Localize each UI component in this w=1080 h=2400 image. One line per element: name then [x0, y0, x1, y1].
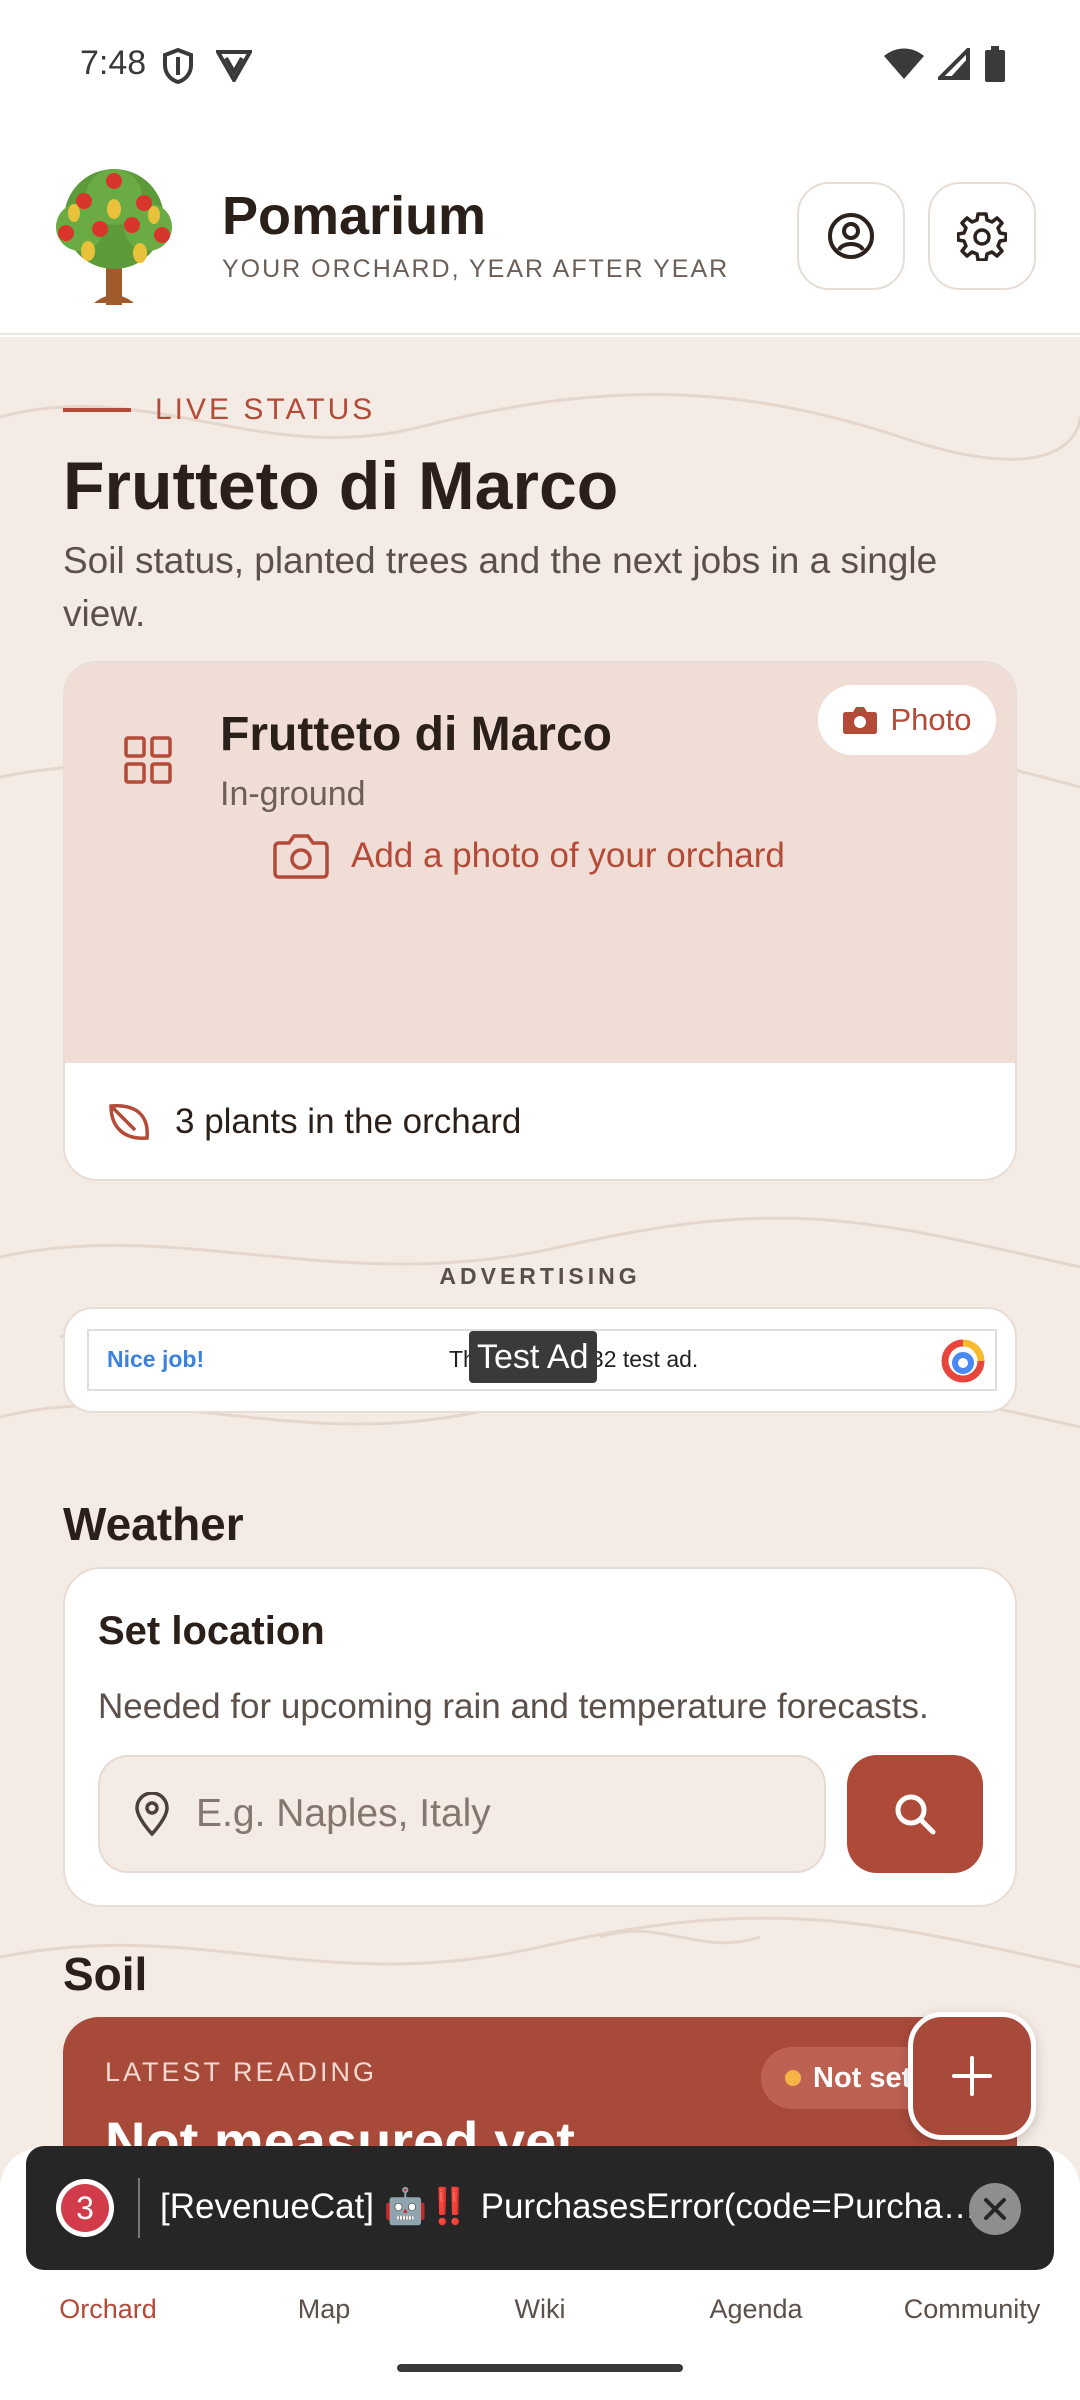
add-photo-label: Add a photo of your orchard [351, 836, 785, 875]
battery-icon [985, 46, 1005, 82]
status-bar: 7:48 [0, 0, 1080, 135]
shield-icon [163, 48, 193, 84]
nav-item-map[interactable]: Map [216, 2294, 432, 2325]
location-pin-icon [135, 1792, 169, 1836]
orchard-name: Frutteto di Marco [220, 708, 612, 761]
app-header: Pomarium YOUR ORCHARD, YEAR AFTER YEAR [0, 135, 1080, 335]
profile-button[interactable] [797, 182, 905, 290]
toast-message: [RevenueCat] 🤖‼️ PurchasesError(code=Pur… [160, 2187, 990, 2226]
photo-button[interactable]: Photo [818, 685, 996, 755]
search-icon [895, 1794, 936, 1835]
account-icon [828, 213, 874, 259]
weather-heading: Set location [98, 1609, 325, 1653]
ad-nice-job: Nice job! [107, 1346, 205, 1372]
page-title: Frutteto di Marco [63, 448, 619, 524]
soil-section-title: Soil [63, 1948, 148, 2000]
nav-item-community[interactable]: Community [864, 2294, 1080, 2325]
weather-section-title: Weather [63, 1498, 244, 1550]
live-status-eyebrow: LIVE STATUS [63, 393, 375, 427]
camera-icon [843, 707, 878, 734]
status-dot-icon [785, 2070, 801, 2086]
apple-tree-logo [56, 169, 172, 305]
weather-card: Set location Needed for upcoming rain an… [63, 1567, 1017, 1907]
plants-summary-row[interactable]: 3 plants in the orchard [65, 1063, 1015, 1179]
advertising-label: ADVERTISING [439, 1263, 641, 1289]
nav-items: Orchard Map Wiki Agenda Community [0, 2294, 1080, 2325]
error-toast[interactable]: 3 [RevenueCat] 🤖‼️ PurchasesError(code=P… [26, 2146, 1054, 2270]
nav-item-orchard[interactable]: Orchard [0, 2294, 216, 2325]
test-ad-badge: Test Ad [469, 1331, 597, 1383]
location-search-button[interactable] [847, 1755, 983, 1873]
orchard-photo-area[interactable]: Frutteto di Marco In-ground Photo Add a … [65, 663, 1015, 1063]
nav-item-wiki[interactable]: Wiki [432, 2294, 648, 2325]
app-title: Pomarium [222, 186, 487, 246]
close-icon [984, 2198, 1006, 2220]
orchard-type: In-ground [220, 775, 366, 813]
home-indicator[interactable] [397, 2364, 683, 2372]
camera-outline-icon [273, 834, 329, 879]
eyebrow-line [63, 408, 131, 412]
toast-close-button[interactable] [969, 2183, 1021, 2235]
toast-count: 3 [61, 2184, 109, 2232]
status-icons-right [884, 46, 1006, 82]
toast-divider [138, 2178, 140, 2238]
ad-banner[interactable]: Nice job! This is a 320x32 test ad. Test… [87, 1329, 997, 1391]
orchard-card[interactable]: Frutteto di Marco In-ground Photo Add a … [63, 661, 1017, 1181]
add-fab-button[interactable] [908, 2012, 1036, 2140]
ad-choices-icon[interactable] [939, 1339, 987, 1383]
soil-status-chip-label: Not set [813, 2061, 912, 2094]
vpn-shield-icon [216, 50, 252, 82]
status-time: 7:48 [80, 44, 147, 82]
page-description: Soil status, planted trees and the next … [63, 540, 938, 634]
wifi-icon [884, 48, 924, 79]
settings-button[interactable] [928, 182, 1036, 290]
soil-reading-label: LATEST READING [105, 2057, 378, 2087]
leaf-icon [109, 1104, 149, 1140]
photo-button-label: Photo [890, 702, 972, 737]
status-icons-left [162, 48, 252, 84]
location-search-field[interactable] [98, 1755, 826, 1873]
toast-count-badge: 3 [56, 2179, 114, 2237]
signal-icon [938, 48, 970, 80]
plants-summary-text: 3 plants in the orchard [175, 1102, 522, 1141]
add-photo-link[interactable]: Add a photo of your orchard [273, 833, 785, 879]
app-subtitle: YOUR ORCHARD, YEAR AFTER YEAR [222, 255, 730, 283]
eyebrow-text: LIVE STATUS [155, 393, 376, 426]
plus-icon [952, 2056, 992, 2096]
gear-icon [957, 212, 1007, 261]
grid-icon [124, 736, 172, 784]
weather-note: Needed for upcoming rain and temperature… [98, 1687, 929, 1726]
location-input[interactable] [196, 1792, 716, 1836]
nav-item-agenda[interactable]: Agenda [648, 2294, 864, 2325]
ad-banner-card[interactable]: Nice job! This is a 320x32 test ad. Test… [63, 1307, 1017, 1413]
main-content[interactable]: LIVE STATUS Frutteto di Marco Soil statu… [0, 337, 1080, 2200]
